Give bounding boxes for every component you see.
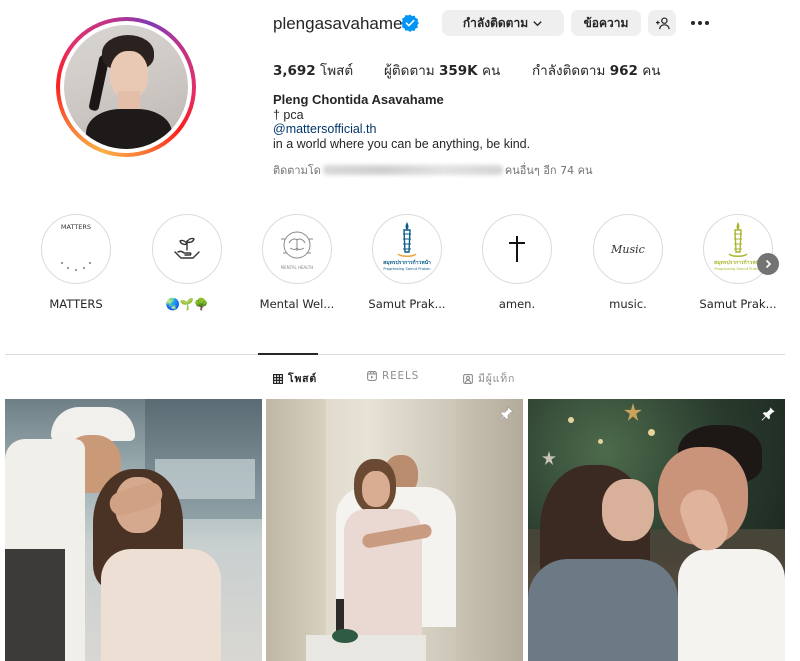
highlight-cover: Music: [593, 214, 663, 284]
svg-text:MENTAL HEALTH: MENTAL HEALTH: [281, 265, 314, 270]
avatar: [64, 25, 188, 149]
svg-text:Progressing Samut Prakan: Progressing Samut Prakan: [383, 267, 430, 271]
highlight-label: MATTERS: [49, 297, 103, 311]
following-link[interactable]: กำลังติดตาม 962 คน: [532, 59, 660, 81]
tab-label: REELS: [382, 370, 420, 382]
tab-label: โพสต์: [288, 373, 317, 385]
highlight-label: 🌏🌱🌳: [165, 297, 209, 311]
full-name: Pleng Chontida Asavahame: [273, 92, 444, 107]
chevron-down-icon: [533, 20, 542, 26]
suggested-users-button[interactable]: [648, 10, 676, 36]
highlight-cover: MENTAL HEALTH: [262, 214, 332, 284]
following-button-label: กำลังติดตาม: [462, 15, 529, 30]
reels-icon: [367, 371, 377, 381]
post-tile[interactable]: [528, 399, 785, 661]
posts-count: 3,692 โพสต์: [273, 63, 354, 79]
highlight-label: Mental Wel...: [259, 297, 335, 311]
highlight-label: music.: [609, 297, 647, 311]
samut-prakan-logo: สมุทรปราการก้าวหน้า Progressing Samut Pr…: [383, 222, 431, 271]
highlight-cover: [482, 214, 552, 284]
highlight-mental-wellness[interactable]: MENTAL HEALTH Mental Wel...: [252, 214, 342, 311]
tabs-divider: [5, 354, 785, 355]
hands-plant-icon: [174, 237, 200, 259]
svg-text:Music: Music: [610, 243, 645, 256]
tab-posts[interactable]: โพสต์: [273, 370, 317, 387]
post-tile[interactable]: [266, 399, 523, 661]
highlight-amen[interactable]: amen.: [472, 214, 562, 311]
blurred-usernames: [322, 165, 503, 175]
bio-line: † pca: [273, 108, 304, 122]
verified-badge-icon: [401, 14, 419, 32]
highlight-label: Samut Prak...: [699, 297, 777, 311]
music-script: Music: [610, 243, 645, 256]
svg-text:Progressing Samut Prakan: Progressing Samut Prakan: [714, 267, 761, 271]
tab-tagged[interactable]: มีผู้แท็ก: [463, 370, 515, 387]
svg-text:สมุทรปราการก้าวหน้า: สมุทรปราการก้าวหน้า: [383, 259, 431, 266]
followed-by[interactable]: ติดตามโด คนอื่นๆ อีก 74 คน: [273, 161, 592, 179]
highlights-next-button[interactable]: [757, 253, 779, 275]
tab-reels[interactable]: REELS: [367, 370, 419, 382]
chevron-right-icon: [765, 259, 772, 269]
add-user-icon: [655, 16, 670, 29]
highlight-cover: MATTERS: [41, 214, 111, 284]
tagged-icon: [463, 373, 473, 384]
message-button-label: ข้อความ: [583, 15, 629, 30]
pin-icon: [499, 406, 514, 422]
bio-mention-link[interactable]: @mattersofficial.th: [273, 122, 376, 136]
post-tile[interactable]: [5, 399, 262, 661]
highlight-label: amen.: [498, 297, 536, 311]
highlight-samut-prakan[interactable]: สมุทรปราการก้าวหน้า Progressing Samut Pr…: [362, 214, 452, 311]
brain-icon: MENTAL HEALTH: [281, 231, 314, 270]
grid-icon: [273, 373, 283, 384]
bio-line: in a world where you can be anything, be…: [273, 137, 531, 151]
highlight-label: Samut Prak...: [368, 297, 446, 311]
cross-icon: [509, 236, 525, 262]
active-tab-indicator: [258, 353, 318, 355]
tab-label: มีผู้แท็ก: [478, 373, 516, 385]
highlight-music[interactable]: Music music.: [583, 214, 673, 311]
svg-text:สมุทรปราการก้าวหน้า: สมุทรปราการก้าวหน้า: [714, 259, 762, 266]
highlight-matters[interactable]: MATTERS MATTERS: [31, 214, 121, 311]
svg-text:MATTERS: MATTERS: [61, 223, 91, 231]
profile-avatar-ring[interactable]: [56, 17, 196, 157]
highlight-cover: [152, 214, 222, 284]
more-options-button[interactable]: [689, 13, 711, 33]
avatar-frame: [60, 21, 192, 153]
highlight-cover: สมุทรปราการก้าวหน้า Progressing Samut Pr…: [372, 214, 442, 284]
username: plengasavahame: [273, 14, 403, 33]
message-button[interactable]: ข้อความ: [571, 10, 641, 36]
followers-link[interactable]: ผู้ติดตาม 359K คน: [384, 59, 500, 81]
matters-logo: MATTERS: [61, 223, 91, 271]
following-button[interactable]: กำลังติดตาม: [442, 10, 564, 36]
highlight-earth[interactable]: 🌏🌱🌳: [142, 214, 232, 311]
pin-icon: [761, 406, 776, 422]
more-horizontal-icon: [691, 21, 709, 25]
